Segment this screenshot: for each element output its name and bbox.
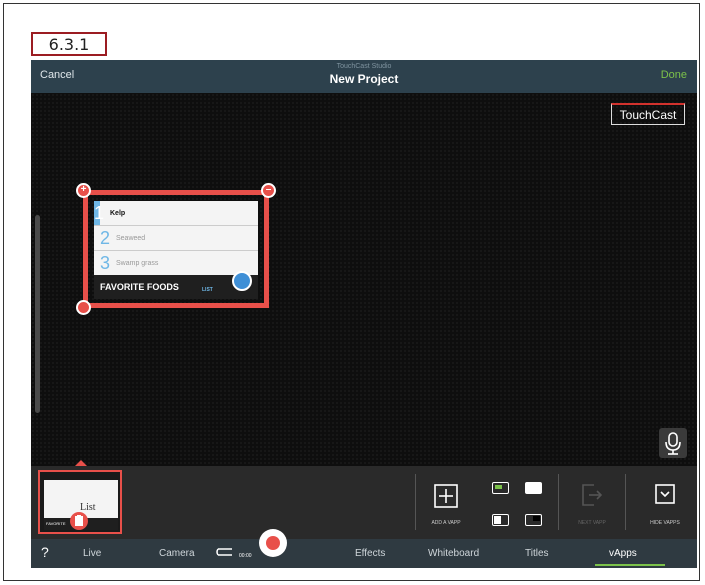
step-label: 6.3.1 (31, 32, 107, 56)
layout-top-left-button[interactable] (492, 482, 509, 494)
vapp-tray: List FAVORITE ADD A VAPP NEXT VAPP HIDE … (31, 460, 697, 539)
remove-handle-icon[interactable]: – (261, 183, 276, 198)
layout-fill (533, 516, 540, 521)
microphone-icon (665, 432, 681, 455)
undo-icon[interactable] (216, 547, 234, 557)
list-item-text: Seaweed (116, 234, 146, 242)
record-timer: 00:00 (239, 553, 252, 559)
chevron-down-icon (655, 484, 675, 504)
layout-fill (494, 516, 501, 524)
vapp-selection-frame[interactable]: 1 Kelp 2 Seaweed 3 Swamp grass FAVORITE … (76, 183, 276, 315)
list-title: FAVORITE FOODS (100, 282, 179, 292)
help-button[interactable]: ? (41, 544, 49, 560)
app-screen: Cancel TouchCast Studio New Project Done… (31, 60, 697, 568)
list-item[interactable]: 3 Swamp grass (94, 251, 258, 276)
list-item-text: Kelp (110, 209, 126, 217)
list-footer: FAVORITE FOODS LIST (94, 271, 258, 299)
list-item-text: Swamp grass (116, 259, 159, 267)
layout-highlight (495, 485, 502, 489)
list-item-number: 1 (94, 201, 105, 225)
hide-vapps-button[interactable]: HIDE VAPPS (635, 476, 695, 531)
tray-divider (625, 474, 626, 530)
vapp-thumbnail[interactable]: List FAVORITE (38, 470, 122, 534)
add-vapp-button[interactable]: ADD A VAPP (416, 476, 476, 531)
tab-camera[interactable]: Camera (159, 548, 195, 559)
hide-vapps-label: HIDE VAPPS (650, 520, 680, 526)
tab-titles[interactable]: Titles (525, 548, 549, 559)
list-vapp-icon (232, 271, 252, 291)
vertical-scrollbar[interactable] (35, 215, 40, 413)
tab-live[interactable]: Live (83, 548, 101, 559)
record-button[interactable] (259, 529, 287, 557)
layout-bottom-right-button[interactable] (525, 514, 542, 526)
list-vapp[interactable]: 1 Kelp 2 Seaweed 3 Swamp grass FAVORITE … (94, 201, 258, 299)
clipboard-icon (70, 512, 88, 530)
layout-full-button[interactable] (525, 482, 542, 494)
tab-vapps[interactable]: vApps (609, 548, 637, 559)
selection-pointer-icon (75, 460, 87, 466)
tray-divider (558, 474, 559, 530)
list-item-number: 3 (99, 252, 110, 273)
next-vapp-label: NEXT VAPP (578, 520, 606, 526)
app-name: TouchCast Studio (336, 63, 392, 70)
record-icon (266, 536, 280, 550)
tab-effects[interactable]: Effects (355, 548, 385, 559)
list-item[interactable]: 2 Seaweed (94, 226, 258, 251)
layout-bottom-left-button[interactable] (492, 514, 509, 526)
add-handle-icon[interactable]: + (76, 183, 91, 198)
next-vapp-icon (582, 484, 603, 506)
list-type-label: LIST (202, 287, 213, 293)
video-stage[interactable]: TouchCast 1 Kelp 2 Seaweed 3 Swamp grass… (31, 93, 697, 466)
list-item[interactable]: 1 Kelp (94, 201, 258, 226)
tab-whiteboard[interactable]: Whiteboard (428, 548, 479, 559)
done-button[interactable]: Done (661, 69, 687, 81)
project-title: New Project (329, 72, 399, 86)
active-tab-indicator (595, 564, 665, 566)
list-item-number: 2 (99, 227, 110, 248)
microphone-button[interactable] (659, 428, 687, 458)
bottom-tabbar: ? Live Camera 00:00 Effects Whiteboard T… (31, 529, 697, 568)
resize-handle-icon[interactable] (76, 300, 91, 315)
touchcast-logo: TouchCast (611, 103, 685, 125)
navbar: Cancel TouchCast Studio New Project Done (31, 60, 697, 93)
add-vapp-icon (434, 484, 458, 508)
add-vapp-label: ADD A VAPP (431, 520, 461, 526)
next-vapp-button[interactable]: NEXT VAPP (562, 476, 622, 531)
